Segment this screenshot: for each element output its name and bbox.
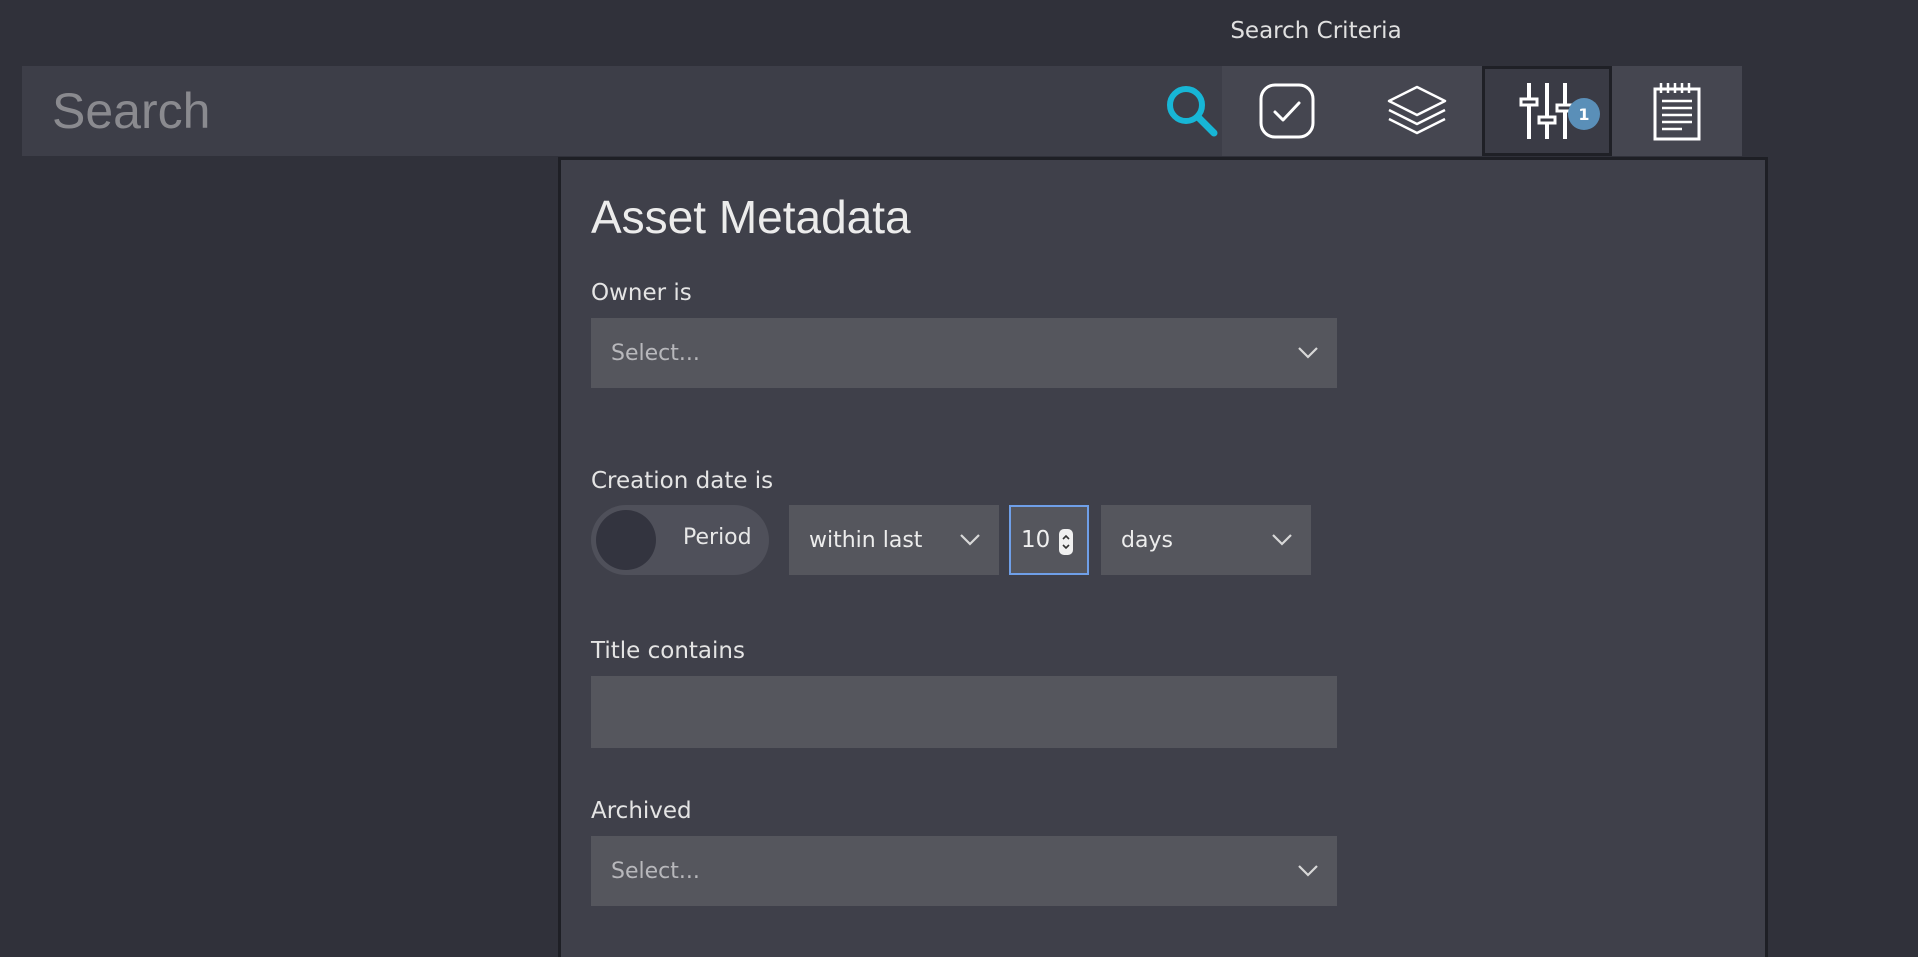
number-spinner[interactable]	[1059, 529, 1073, 555]
period-amount-value: 10	[1021, 527, 1051, 553]
toggle-knob	[596, 510, 656, 570]
creation-date-label: Creation date is	[591, 468, 774, 494]
owner-select[interactable]: Select...	[591, 318, 1337, 388]
notepad-icon	[1653, 83, 1701, 141]
operator-select[interactable]: within last	[789, 505, 999, 575]
search-icon	[1167, 86, 1218, 137]
archived-label: Archived	[591, 798, 692, 824]
filter-count-badge: 1	[1568, 98, 1600, 130]
selection-button[interactable]	[1222, 66, 1352, 156]
search-input[interactable]	[22, 66, 1142, 156]
chevron-down-icon	[1298, 347, 1318, 359]
layers-button[interactable]	[1352, 66, 1482, 156]
unit-select[interactable]: days	[1101, 505, 1311, 575]
period-amount-input[interactable]: 10	[1009, 505, 1089, 575]
chevron-down-icon	[1272, 534, 1292, 546]
layers-icon	[1387, 85, 1447, 135]
period-toggle-label: Period	[683, 525, 752, 550]
search-bar	[22, 66, 1742, 156]
notes-button[interactable]	[1612, 66, 1742, 156]
period-toggle[interactable]: Period	[591, 505, 769, 575]
title-contains-label: Title contains	[591, 638, 745, 664]
owner-select-placeholder: Select...	[611, 340, 700, 366]
archived-select-placeholder: Select...	[611, 858, 700, 884]
chevron-down-icon	[960, 534, 980, 546]
operator-value: within last	[809, 527, 923, 553]
search-criteria-panel: Asset Metadata Owner is Select... Creati…	[558, 157, 1768, 957]
checkbox-check-icon	[1259, 83, 1315, 139]
search-criteria-tooltip: Search Criteria	[1230, 18, 1402, 44]
archived-select[interactable]: Select...	[591, 836, 1337, 906]
chevron-down-icon	[1298, 865, 1318, 877]
unit-value: days	[1121, 527, 1173, 553]
panel-title: Asset Metadata	[591, 191, 911, 243]
owner-label: Owner is	[591, 280, 692, 306]
title-contains-input[interactable]	[591, 676, 1337, 748]
spinner-arrows-icon	[1062, 534, 1070, 550]
